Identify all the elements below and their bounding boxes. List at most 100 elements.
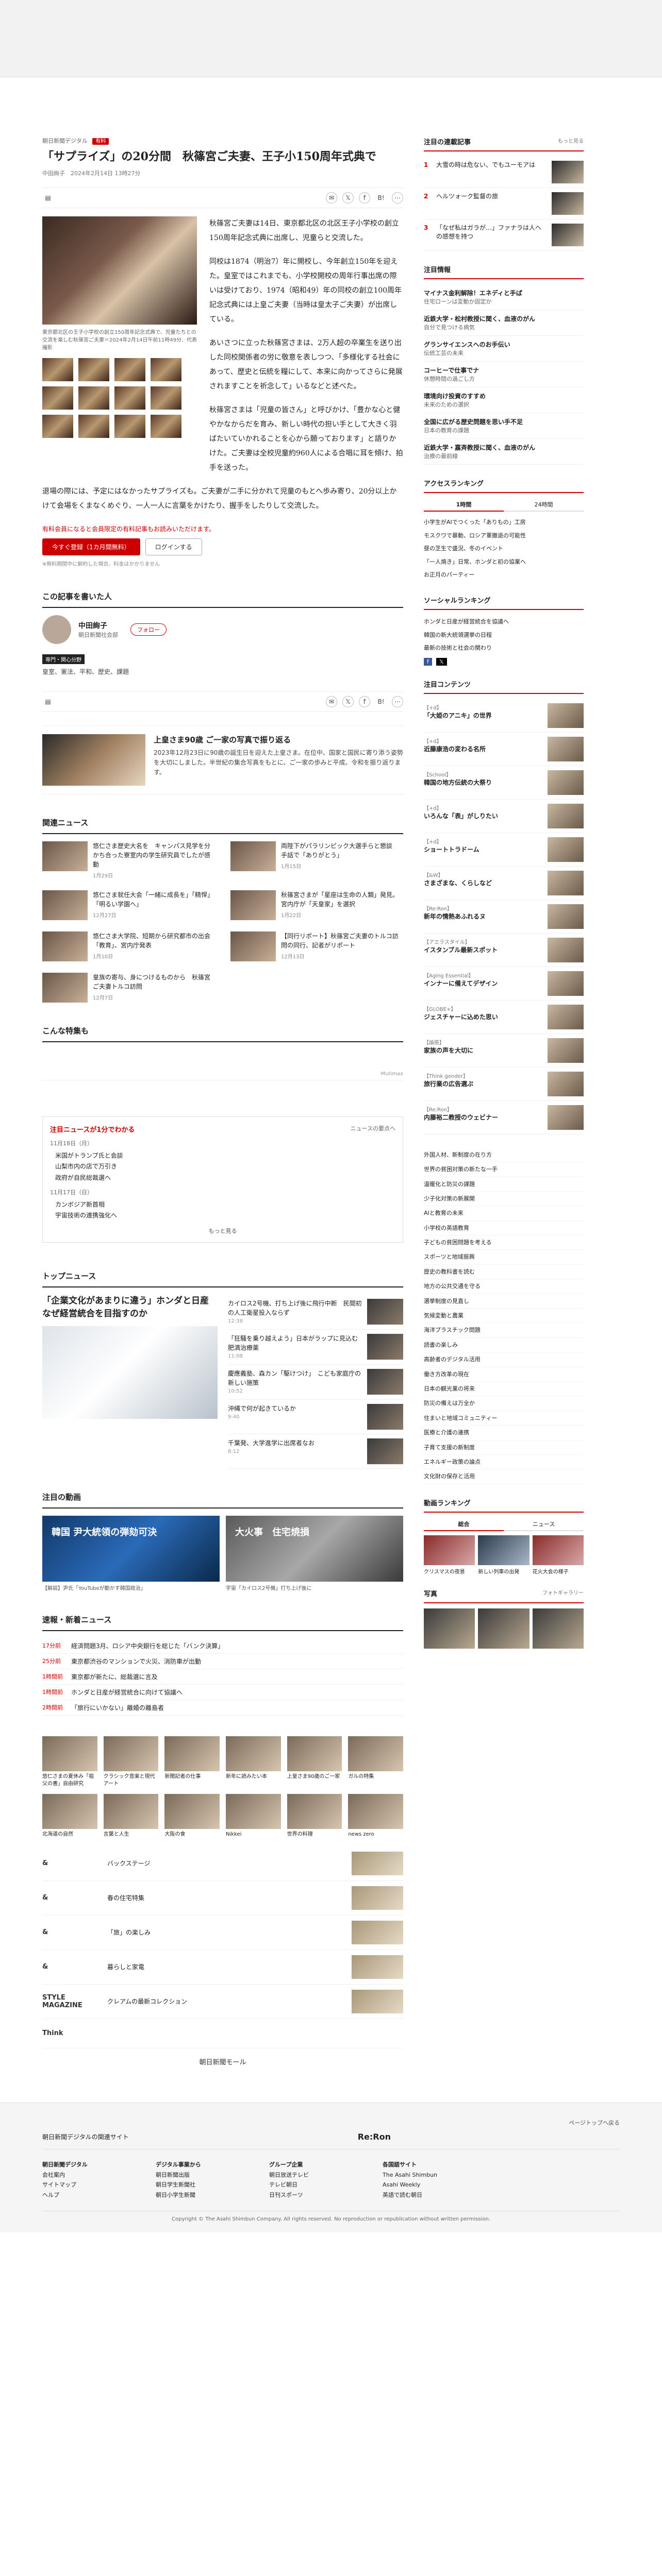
plain-list-item[interactable]: 防災の備えは万全か [424,1396,584,1411]
series-item[interactable]: 【論座】 家族の声を大切に [424,1034,584,1067]
shop-link[interactable]: 朝日新聞モール [42,2057,403,2066]
plain-list-item[interactable]: 外国人材、新制度の在り方 [424,1148,584,1163]
press-item[interactable]: 近鉄大学・松村教授に聞く、血液のがん 自分で見つける病気 [424,310,584,336]
footer-link[interactable]: Asahi Weekly [383,2180,475,2190]
plain-list-item[interactable]: 小学校の英語教育 [424,1221,584,1236]
footer-link[interactable]: The Asahi Shimbun [383,2170,475,2180]
press-item[interactable]: 全国に広がる歴史問題を思い手不足 日本の教育の課題 [424,413,584,439]
digest-item[interactable]: 宇宙技術の連携強化へ [55,1210,395,1222]
photo-card[interactable] [532,1608,584,1649]
photo-thumb[interactable] [78,358,109,381]
feature-promo[interactable]: 上皇さま90歳 ご一家の写真で振り返る 2023年12月23日に90歳の誕生日を… [42,725,403,794]
promo-tile[interactable]: 新聞記者の仕事 [164,1736,220,1788]
sidebar-ranking-more[interactable]: もっと見る [558,137,584,146]
social-item[interactable]: 韓国の新大統領選挙の日程 [424,629,584,642]
photo-thumb[interactable] [114,386,145,410]
plain-list-item[interactable]: 歴史の教科書を読む [424,1265,584,1280]
press-item[interactable]: 近鉄大学・嘉斉教授に聞く、血液のがん 治療の最前線 [424,439,584,465]
topnews-item[interactable]: 千葉発、大学進学に出席者なお 8:12 [228,1434,403,1469]
photo-thumb[interactable] [42,386,73,410]
footer-link[interactable]: 朝日放送テレビ [269,2170,362,2180]
press-item[interactable]: グランサイエンスへのお手伝い 伝統工芸の未来 [424,336,584,362]
topnews-lead[interactable]: 「企業文化があまりに違う」ホンダと日産 なぜ経営統合を目指すのか [42,1295,218,1469]
plain-list-item[interactable]: 高齢者のデジタル活用 [424,1352,584,1367]
photo-thumb[interactable] [78,414,109,438]
photo-thumb[interactable] [42,414,73,438]
hatena-share-icon[interactable]: B! [375,696,387,707]
video-player[interactable]: 大火事 住宅焼損 [226,1515,403,1582]
plain-list-item[interactable]: 選挙制度の見直し [424,1294,584,1309]
x-share-icon[interactable]: 𝕏 [342,192,354,204]
series-item[interactable]: 【+d】 ショートトラドーム [424,833,584,867]
facebook-share-icon[interactable]: f [359,696,370,707]
breaking-item[interactable]: 25分前 東京都渋谷のマンションで火災、消防車が出動 [42,1654,403,1669]
series-item[interactable]: 【アエラスタイル】 イスタンブル最新スポット [424,934,584,967]
follow-button[interactable]: フォロー [130,623,167,636]
brand-item[interactable]: & 「旅」の楽しみ [42,1916,403,1950]
digest-item[interactable]: 山梨市内の店で万引き [55,1161,395,1173]
digest-link[interactable]: ニュースの要点へ [351,1124,395,1134]
series-item[interactable]: 【School】 韓国の地方伝統の大祭り [424,766,584,800]
author-name[interactable]: 中田絢子 [78,620,118,631]
video-player[interactable]: 韓国 尹大統領の弾劾可決 [42,1515,220,1582]
promo-tile[interactable]: 言葉と人生 [103,1793,159,1838]
promo-tile[interactable]: 新年に読みたい本 [225,1736,281,1788]
press-item[interactable]: 環境向け投資のすすめ 未来のための選択 [424,387,584,413]
plain-list-item[interactable]: 住まいと地域コミュニティー [424,1411,584,1426]
social-item[interactable]: 最新の技術と社会の関わり [424,641,584,655]
main-photo[interactable] [42,216,197,325]
mail-icon[interactable]: ✉ [326,192,337,204]
photo-thumb[interactable] [151,386,181,410]
footer-link[interactable]: 朝日新聞出版 [156,2170,249,2180]
footer-link[interactable]: 日刊スポーツ [269,2190,362,2200]
video-card[interactable]: 花火大会の様子 [532,1535,584,1575]
reron-logo[interactable]: Re:Ron [358,2132,391,2142]
series-item[interactable]: 【+d】 「大姫のアニキ」の世界 [424,699,584,733]
access-tab[interactable]: 24時間 [504,498,584,512]
related-item[interactable]: 【同行リポート】秋篠宮ご夫妻のトルコ訪問の同行、記者がリポート 12月13日 [230,931,403,961]
related-item[interactable]: 悠仁さま就任大会「一緒に成長を」「精悍」「明るい学園へ」 12月27日 [42,890,215,920]
promo-tile[interactable]: 大阪の食 [164,1793,220,1838]
plain-list-item[interactable]: 気候変動と農業 [424,1309,584,1324]
page-top-link[interactable]: ページトップへ戻る [42,2119,620,2127]
series-item[interactable]: 【Re:Ron】 内藤裕二教授のウェビナー [424,1101,584,1134]
plain-list-item[interactable]: 医療と介護の連携 [424,1426,584,1440]
topnews-item[interactable]: 「狂騒を乗り越えよう」日本がラップに見込む肥満治療薬 11:08 [228,1330,403,1365]
brand-item[interactable]: & 春の住宅特集 [42,1881,403,1916]
related-item[interactable]: 秋篠宮さまが「星座は生命の人類」発見。宮内庁が「天皇家」を選択 1月22日 [230,890,403,920]
sidebar-rank-item[interactable]: 2 ヘルツォーク監督の旅 [424,188,584,219]
video-tab[interactable]: 総合 [424,1518,504,1531]
related-item[interactable]: 悠仁さま大学院、短期から研究都市の出会「教育」、宮内庁発表 1月10日 [42,931,215,961]
promo-tile[interactable]: ガルの特集 [348,1736,403,1788]
sidebar-rank-item[interactable]: 3 「なぜ私はガラが…」ファナラは人への感想を持つ [424,219,584,251]
series-item[interactable]: 【Re:Ron】 新年の情熱あふれるヌ [424,900,584,934]
series-item[interactable]: 【+d】 近藤康浩の変わる名所 [424,733,584,766]
plain-list-item[interactable]: スポーツと地域振興 [424,1250,584,1265]
digest-more[interactable]: もっと見る [50,1227,395,1235]
access-item[interactable]: 「一人焼き」日常、ホンダと初の協業へ [424,555,584,569]
mail-icon[interactable]: ✉ [326,696,337,707]
promo-tile[interactable]: news zero [348,1793,403,1838]
brand-item[interactable]: STYLE MAGAZINE クレアムの最新コレクション [42,1985,403,2019]
brand-item[interactable]: Think [42,2019,403,2048]
plain-list-item[interactable]: エネルギー政策の論点 [424,1455,584,1470]
series-item[interactable]: 【GLOBE+】 ジェスチャーに込めた思い [424,1001,584,1034]
plain-list-item[interactable]: 子どもの貧困問題を考える [424,1235,584,1250]
facebook-icon[interactable]: f [424,657,432,666]
plain-list-item[interactable]: 世界の貧困対策の新たな一手 [424,1162,584,1177]
breaking-item[interactable]: 17分前 経済問題3月、ロシア中央銀行を総じた「バンク決算」 [42,1638,403,1654]
x-icon[interactable]: 𝕏 [436,657,447,666]
photos-more[interactable]: フォトギャラリー [542,1588,584,1598]
subscribe-button[interactable]: 今すぐ登録（1カ月間無料） [42,538,140,555]
series-item[interactable]: 【Aging Essential】 インナーに備えてデザイン [424,967,584,1001]
series-item[interactable]: 【+d】 いろんな「表」がしりたい [424,800,584,833]
plain-list-item[interactable]: 文化財の保存と活用 [424,1469,584,1484]
footer-link[interactable]: 朝日小学生新聞 [156,2190,249,2200]
crumb-site[interactable]: 朝日新聞デジタル [42,138,88,144]
plain-list-item[interactable]: 地方の公共交通を守る [424,1279,584,1294]
digest-item[interactable]: 米国がトランプ氏と会談 [55,1150,395,1162]
plain-list-item[interactable]: 少子化対策の新展開 [424,1192,584,1207]
related-item[interactable]: 両陛下がパラリンピック大選手らと懇談 手話で「ありがとう」 1月15日 [230,841,403,879]
print-icon[interactable]: ▤ [42,192,54,204]
plain-list-item[interactable]: 働き方改革の現在 [424,1367,584,1382]
